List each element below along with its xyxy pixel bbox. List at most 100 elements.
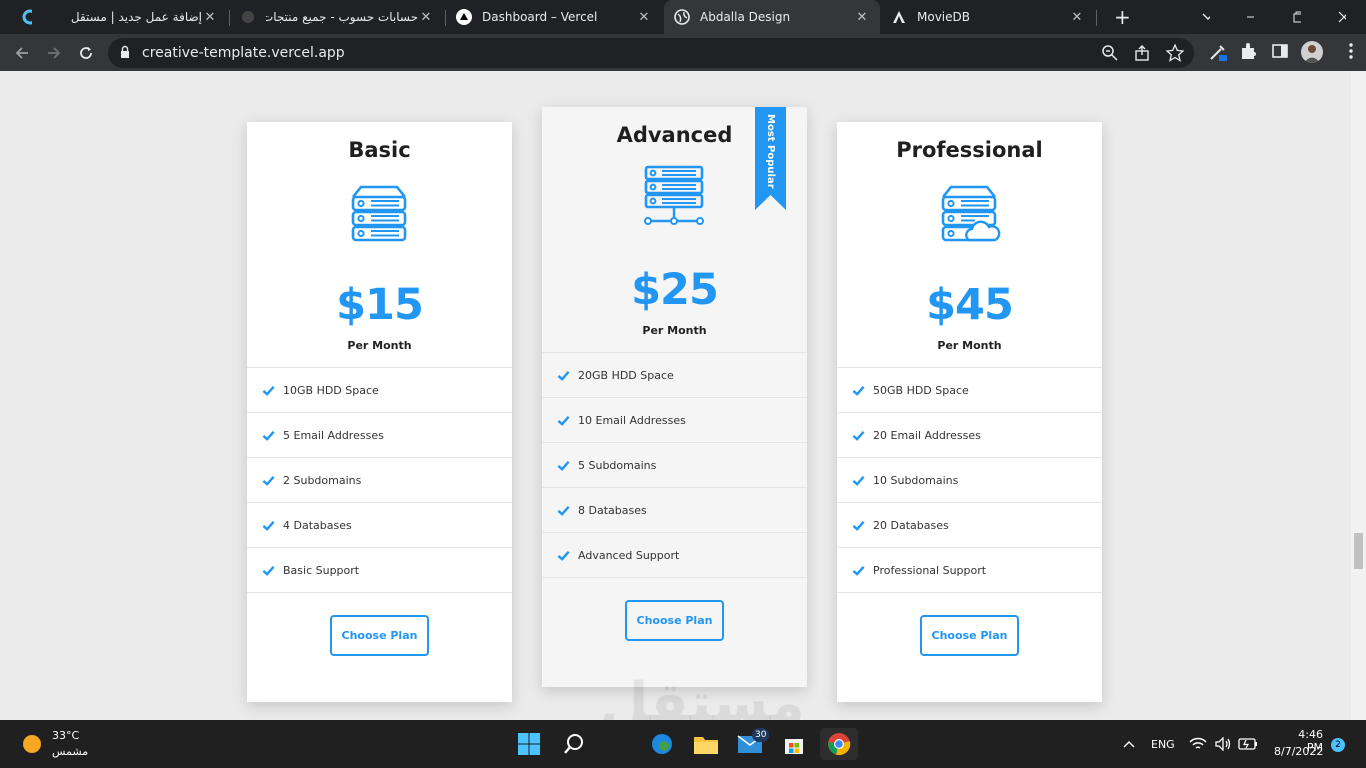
volume-icon (1215, 737, 1231, 751)
taskbar-chrome[interactable] (820, 728, 858, 760)
url-text: creative-template.vercel.app (142, 45, 345, 61)
address-bar[interactable]: creative-template.vercel.app (108, 38, 1194, 68)
plan-footer: Choose Plan (247, 593, 512, 702)
lock-icon[interactable] (118, 44, 136, 62)
plan-period: Per Month (347, 339, 412, 352)
restore-button[interactable] (1283, 0, 1311, 34)
tab-title: حسابات حسوب - جميع منتجات (266, 10, 418, 24)
feature-label: 10 Email Addresses (578, 413, 686, 427)
plan-period: Per Month (642, 324, 707, 337)
check-icon (262, 475, 275, 486)
forward-button[interactable] (41, 40, 67, 66)
check-icon (852, 520, 865, 531)
weather-widget[interactable] (16, 728, 48, 760)
feature-item: Professional Support (837, 548, 1102, 593)
tab-search-dropdown[interactable] (1192, 0, 1220, 34)
tab-title: إضافة عمل جديد | مستقل (70, 10, 202, 24)
taskbar-edge[interactable] (646, 728, 678, 760)
restore-icon (1293, 11, 1301, 23)
folder-icon (694, 737, 718, 754)
language-indicator[interactable]: ENG (1151, 738, 1175, 751)
mail-count-badge: 30 (752, 728, 770, 742)
feature-item: 2 Subdomains (247, 458, 512, 503)
taskbar-mail[interactable]: 30 (734, 728, 770, 760)
taskbar-file-explorer[interactable] (690, 728, 722, 760)
feature-label: 20GB HDD Space (578, 368, 674, 382)
tab-moviedb[interactable]: MovieDB ✕ (881, 0, 1095, 34)
profile-icon (1304, 45, 1320, 63)
choose-plan-button[interactable]: Choose Plan (920, 615, 1019, 656)
feature-item: Basic Support (247, 548, 512, 593)
vercel-icon (456, 9, 472, 25)
taskbar: 33°C مشمس 30 ENG 4:46 PM 8/7/2022 2 (0, 720, 1366, 768)
feature-label: Professional Support (873, 563, 987, 577)
close-icon[interactable]: ✕ (854, 10, 870, 25)
weather-temp: 33°C (52, 729, 80, 742)
check-icon (852, 475, 865, 486)
avatar[interactable] (1301, 41, 1323, 63)
tab-vercel[interactable]: Dashboard – Vercel ✕ (446, 0, 662, 34)
reload-button[interactable] (73, 40, 99, 66)
plus-icon: + (1114, 5, 1131, 29)
feature-label: 5 Email Addresses (283, 428, 384, 442)
notification-badge[interactable]: 2 (1331, 738, 1345, 752)
wifi-status[interactable] (1185, 728, 1211, 760)
server-network-icon (644, 165, 704, 225)
close-icon (1338, 11, 1346, 23)
feature-label: Advanced Support (578, 548, 680, 562)
check-icon (557, 370, 570, 381)
close-window-button[interactable] (1328, 0, 1356, 34)
vertical-scrollbar[interactable] (1351, 71, 1366, 720)
puzzle-icon[interactable] (1239, 42, 1259, 62)
choose-plan-button[interactable]: Choose Plan (330, 615, 429, 656)
feature-label: 4 Databases (283, 518, 352, 532)
check-icon (262, 385, 275, 396)
feature-label: 10 Subdomains (873, 473, 959, 487)
clock-date[interactable]: 8/7/2022 (1274, 745, 1323, 758)
tab-search-button[interactable] (12, 0, 42, 34)
feature-item: 20GB HDD Space (542, 353, 807, 398)
kebab-menu-icon[interactable] (1348, 42, 1366, 62)
weather-condition: مشمس (52, 745, 89, 758)
new-tab-button[interactable]: + (1104, 0, 1134, 34)
plan-footer: Choose Plan (837, 593, 1102, 702)
check-icon (262, 520, 275, 531)
tray-overflow-button[interactable] (1113, 728, 1145, 760)
tab-mostaql[interactable]: إضافة عمل جديد | مستقل ✕ (46, 0, 228, 34)
close-icon[interactable]: ✕ (202, 10, 218, 25)
volume-status[interactable] (1210, 728, 1236, 760)
hsoub-icon (240, 9, 256, 25)
taskbar-search-button[interactable] (558, 728, 590, 760)
scrollbar-thumb[interactable] (1354, 533, 1363, 569)
choose-plan-button[interactable]: Choose Plan (625, 600, 724, 641)
share-icon[interactable] (1134, 44, 1152, 62)
extension-eyedropper-icon[interactable] (1208, 42, 1228, 62)
battery-status[interactable] (1235, 728, 1261, 760)
close-icon[interactable]: ✕ (1069, 10, 1085, 25)
minimize-button[interactable] (1236, 0, 1264, 34)
zoom-icon[interactable] (1101, 44, 1119, 62)
plan-price: $25 (631, 265, 719, 315)
tab-hsoub[interactable]: حسابات حسوب - جميع منتجات ✕ (230, 0, 444, 34)
sidepanel-icon[interactable] (1271, 42, 1291, 62)
plan-card-basic: Basic $15 Per Month 10GB HDD Space 5 Ema… (247, 122, 512, 702)
chevron-up-icon (1123, 741, 1135, 748)
windows-icon (518, 733, 540, 755)
angular-icon (891, 9, 907, 25)
feature-item: 20 Databases (837, 503, 1102, 548)
tab-abdalla-design[interactable]: Abdalla Design ✕ (664, 0, 880, 34)
feature-label: 2 Subdomains (283, 473, 362, 487)
star-icon[interactable] (1166, 44, 1184, 62)
chevron-down-icon (1202, 13, 1210, 20)
check-icon (557, 550, 570, 561)
reload-icon (80, 47, 92, 59)
close-icon[interactable]: ✕ (418, 10, 434, 25)
start-button[interactable] (513, 728, 545, 760)
server-stack-icon (351, 185, 407, 242)
page-viewport: Basic $15 Per Month 10GB HDD Space 5 Ema… (0, 71, 1366, 720)
close-icon[interactable]: ✕ (636, 10, 652, 25)
feature-item: 10 Subdomains (837, 458, 1102, 503)
taskbar-store[interactable] (778, 728, 810, 760)
feature-item: 4 Databases (247, 503, 512, 548)
back-button[interactable] (9, 40, 35, 66)
